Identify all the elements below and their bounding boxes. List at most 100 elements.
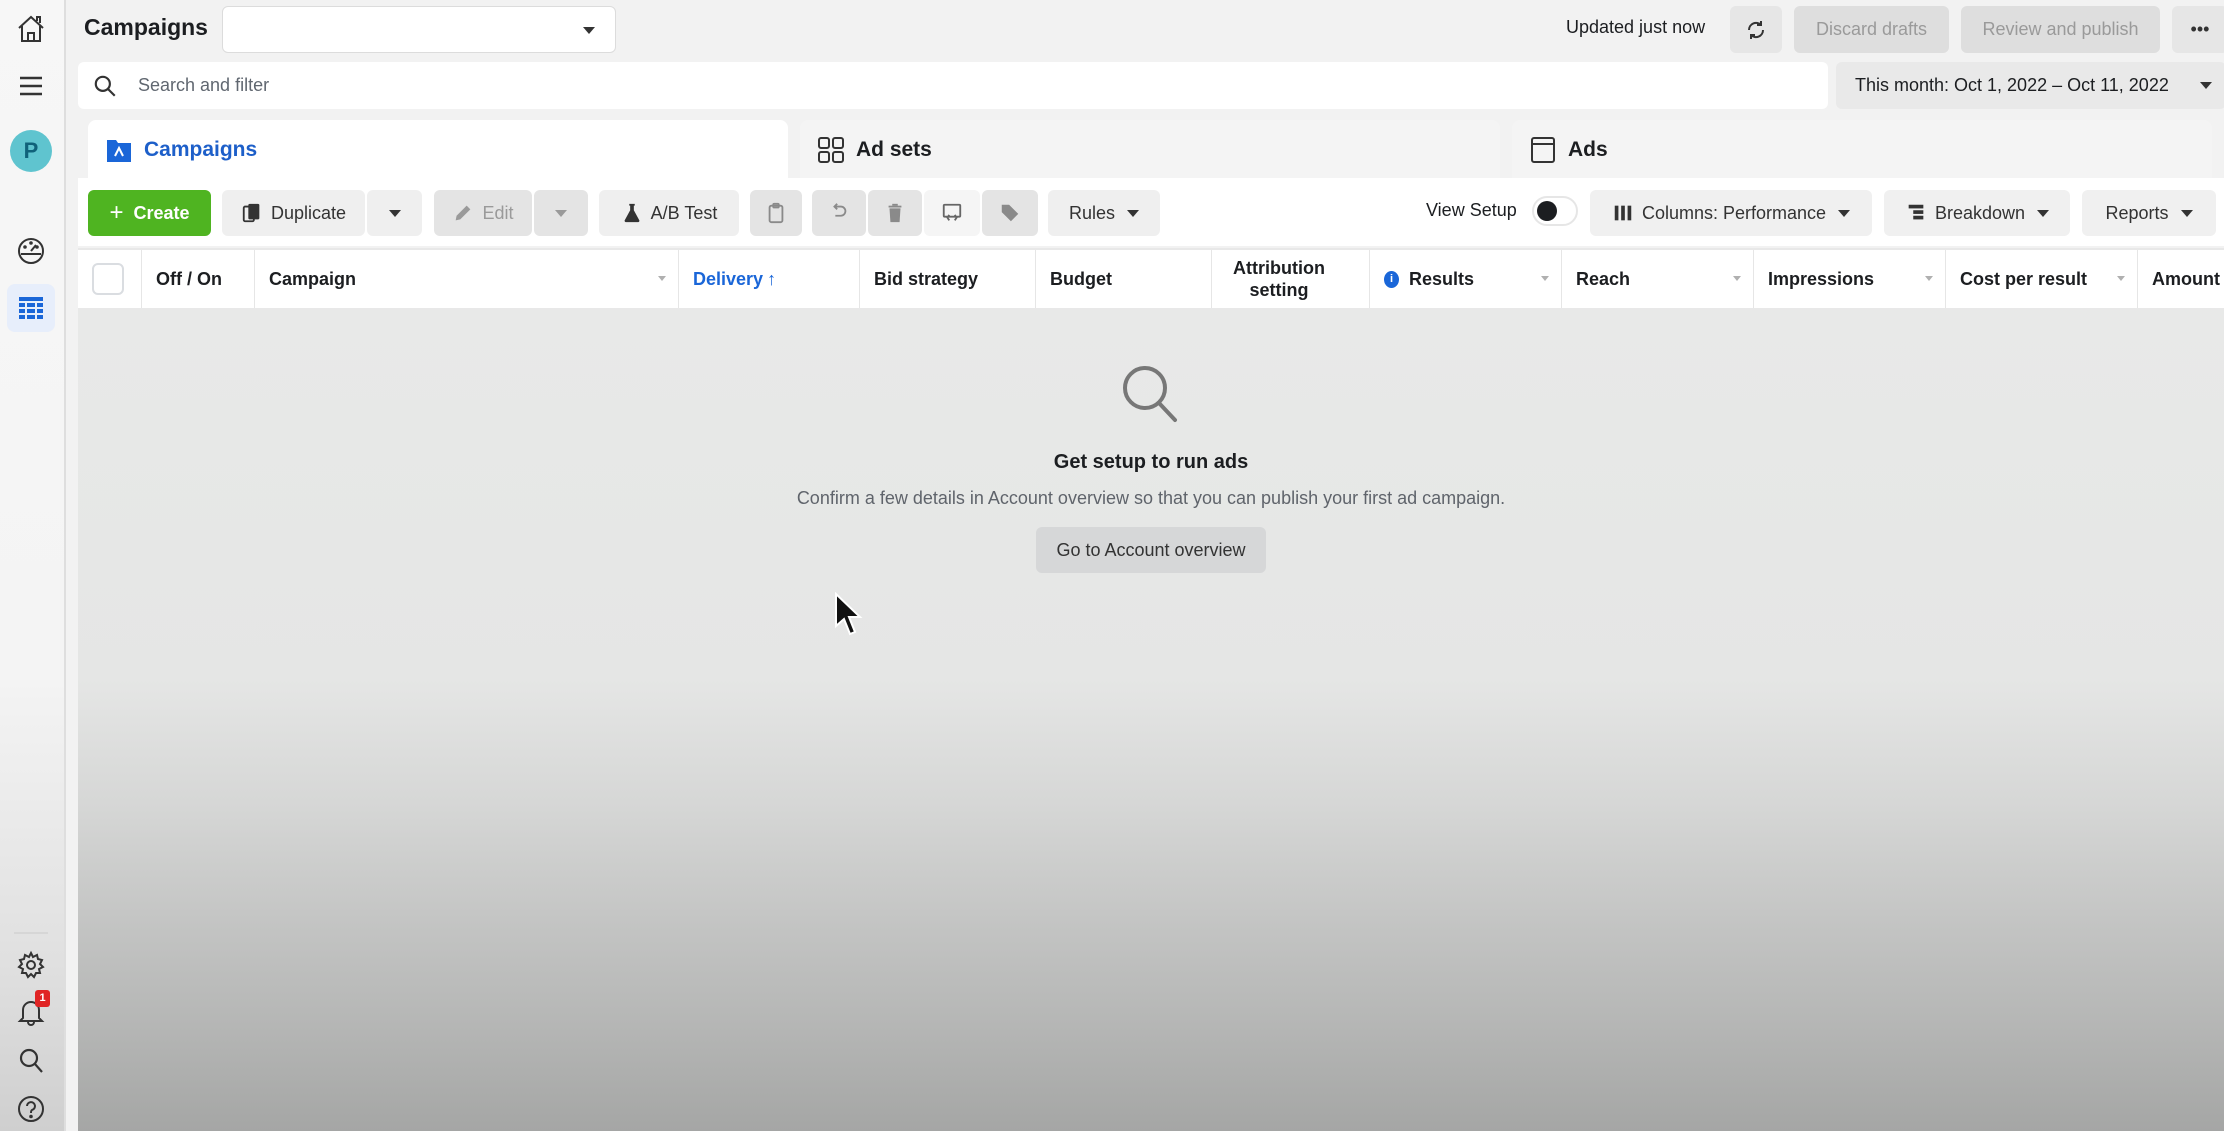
undo-button[interactable] — [812, 190, 866, 236]
breakdown-dropdown[interactable]: Breakdown — [1884, 190, 2070, 236]
column-header-campaign[interactable]: Campaign — [255, 250, 679, 308]
discard-drafts-button[interactable]: Discard drafts — [1794, 6, 1949, 53]
account-avatar[interactable]: P — [10, 130, 52, 172]
column-header-impressions[interactable]: Impressions — [1754, 250, 1946, 308]
search-icon — [94, 75, 116, 97]
column-label: Budget — [1050, 268, 1112, 289]
pencil-icon — [456, 205, 471, 221]
tab-ad-sets[interactable]: Ad sets — [800, 120, 1500, 180]
sort-caret-icon[interactable] — [658, 276, 666, 281]
column-label: Reach — [1576, 268, 1631, 289]
chevron-down-icon — [1127, 209, 1140, 217]
menu-icon[interactable] — [10, 65, 52, 107]
sort-caret-icon[interactable] — [1925, 276, 1933, 281]
help-icon[interactable] — [10, 1088, 52, 1130]
column-header-reach[interactable]: Reach — [1562, 250, 1754, 308]
date-range-label: This month: Oct 1, 2022 – Oct 11, 2022 — [1855, 75, 2169, 95]
sort-caret-icon[interactable] — [2117, 276, 2125, 281]
reports-label: Reports — [2105, 202, 2169, 223]
date-range-picker[interactable]: This month: Oct 1, 2022 – Oct 11, 2022 — [1836, 62, 2224, 109]
refresh-button[interactable] — [1730, 6, 1782, 53]
edit-options-dropdown[interactable] — [534, 190, 588, 236]
column-header-cost-per-result[interactable]: Cost per result — [1946, 250, 2138, 308]
table-header: Off / On Campaign Delivery ↑ Bid strategy… — [78, 248, 2224, 310]
delete-button[interactable] — [868, 190, 922, 236]
undo-icon — [833, 203, 847, 217]
tag-button[interactable] — [982, 190, 1038, 236]
view-setup-label: View Setup — [1426, 200, 1517, 220]
reports-dropdown[interactable]: Reports — [2082, 190, 2216, 236]
export-button[interactable] — [924, 190, 980, 236]
column-label: Bid strategy — [874, 268, 979, 289]
select-all-checkbox[interactable] — [92, 263, 124, 295]
select-all-cell — [78, 250, 142, 308]
rules-dropdown[interactable]: Rules — [1048, 190, 1160, 236]
sort-ascending-arrow-icon: ↑ — [767, 268, 777, 289]
column-header-delivery[interactable]: Delivery ↑ — [679, 250, 860, 308]
empty-state-title: Get setup to run ads — [1053, 451, 1249, 473]
ad-sets-grid-icon — [818, 137, 844, 163]
duplicate-button[interactable]: Duplicate — [222, 190, 365, 236]
search-and-filter-bar[interactable] — [78, 62, 1828, 109]
column-header-bid-strategy[interactable]: Bid strategy — [860, 250, 1036, 308]
search-icon[interactable] — [10, 1040, 52, 1082]
breakdown-label: Breakdown — [1934, 202, 2026, 223]
column-label: Campaign — [269, 268, 357, 289]
column-header-results[interactable]: i Results — [1370, 250, 1562, 308]
empty-state-description: Confirm a few details in Account overvie… — [796, 488, 1506, 508]
chevron-down-icon — [388, 209, 401, 217]
notification-badge: 1 — [35, 990, 50, 1007]
settings-gear-icon[interactable] — [10, 944, 52, 986]
rules-label: Rules — [1068, 202, 1116, 223]
edit-button[interactable]: Edit — [434, 190, 532, 236]
review-and-publish-button[interactable]: Review and publish — [1961, 6, 2160, 53]
go-to-account-overview-button[interactable]: Go to Account overview — [1036, 527, 1266, 573]
view-setup-toggle[interactable] — [1532, 196, 1578, 226]
campaign-selector-dropdown[interactable] — [222, 6, 616, 53]
create-button[interactable]: + Create — [88, 190, 211, 236]
duplicate-icon — [242, 203, 260, 223]
duplicate-options-dropdown[interactable] — [367, 190, 422, 236]
more-options-button[interactable]: ••• — [2172, 6, 2224, 53]
columns-label: Columns: Performance — [1641, 202, 1827, 223]
toggle-knob — [1537, 201, 1557, 221]
sort-caret-icon[interactable] — [1541, 276, 1549, 281]
clipboard-icon — [768, 202, 784, 224]
mouse-cursor-icon — [835, 592, 863, 636]
campaign-toolbar: + Create Duplicate Edit A/B Test Rules V… — [78, 178, 2224, 246]
info-icon[interactable]: i — [1384, 270, 1399, 288]
clipboard-button[interactable] — [750, 190, 802, 236]
flask-icon — [624, 203, 640, 223]
tab-label: Ads — [1568, 138, 1608, 161]
home-icon[interactable] — [10, 8, 52, 50]
edit-label: Edit — [482, 202, 514, 223]
notifications-bell-icon[interactable]: 1 — [10, 990, 52, 1032]
column-label: Delivery — [693, 268, 764, 289]
tag-icon — [1001, 204, 1019, 222]
column-header-attribution-setting[interactable]: Attribution setting — [1212, 250, 1370, 308]
column-label: Results — [1409, 268, 1475, 289]
breakdown-icon — [1908, 204, 1924, 220]
chevron-down-icon — [555, 209, 567, 217]
sort-caret-icon[interactable] — [1733, 276, 1741, 281]
dashboard-gauge-icon[interactable] — [10, 230, 52, 272]
create-label: Create — [133, 202, 190, 223]
chevron-down-icon — [583, 27, 595, 34]
column-header-off-on[interactable]: Off / On — [142, 250, 255, 308]
column-label: Impressions — [1768, 268, 1875, 289]
column-label: Off / On — [156, 268, 222, 289]
chevron-down-icon — [1838, 209, 1851, 217]
tab-label: Ad sets — [856, 138, 932, 161]
column-header-amount-spent[interactable]: Amount — [2138, 250, 2224, 308]
tab-label: Campaigns — [144, 138, 258, 161]
column-header-budget[interactable]: Budget — [1036, 250, 1212, 308]
updated-status: Updated just now — [1566, 17, 1706, 37]
columns-dropdown[interactable]: Columns: Performance — [1590, 190, 1872, 236]
search-input[interactable] — [138, 75, 1638, 96]
tab-ads[interactable]: Ads — [1512, 120, 2212, 180]
tab-campaigns[interactable]: Campaigns — [88, 120, 788, 180]
columns-icon — [1614, 205, 1632, 221]
ads-manager-table-icon[interactable] — [7, 284, 55, 332]
ab-test-button[interactable]: A/B Test — [599, 190, 739, 236]
chevron-down-icon — [2200, 82, 2212, 89]
